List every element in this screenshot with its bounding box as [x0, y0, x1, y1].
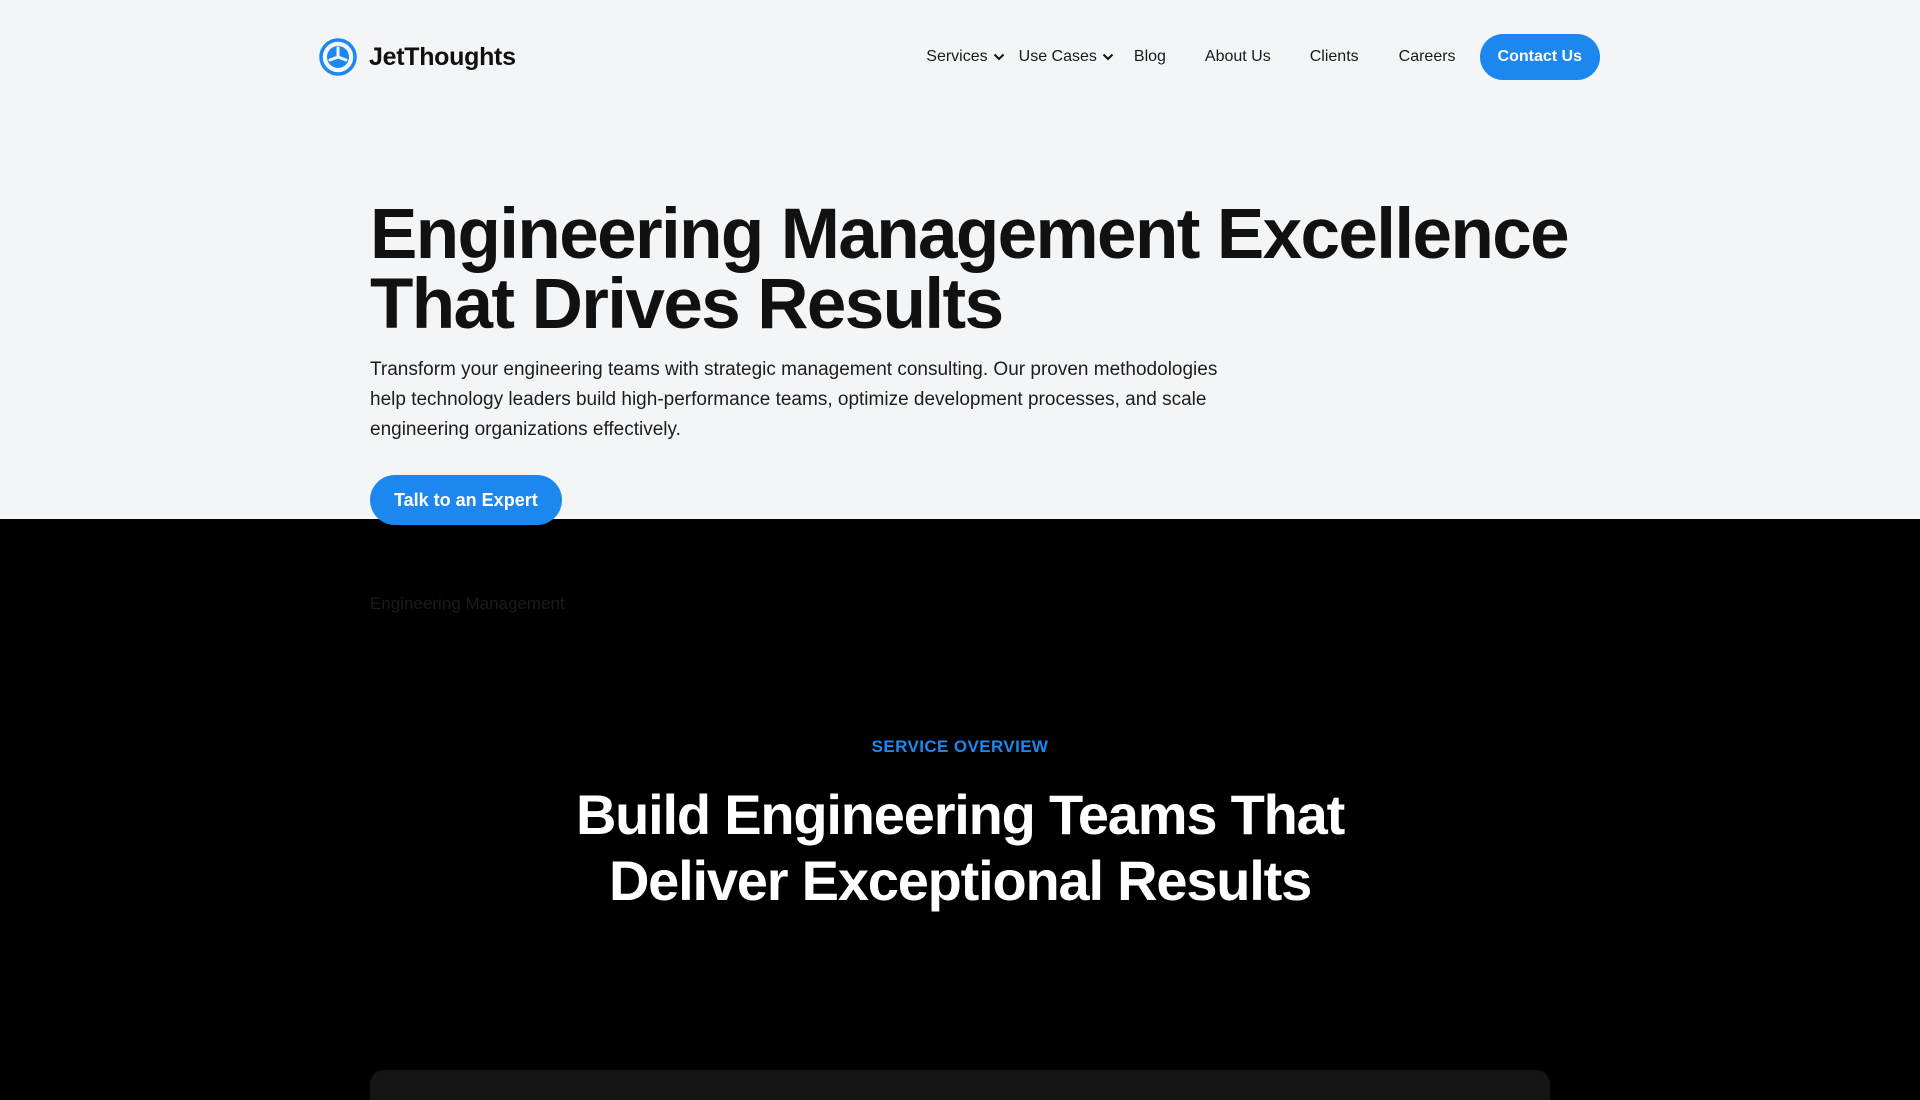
content-card [370, 1070, 1550, 1100]
hero-title: Engineering Management Excellence That D… [370, 195, 1570, 344]
nav-clients[interactable]: Clients [1310, 48, 1359, 66]
nav-about-us[interactable]: About Us [1205, 48, 1271, 66]
talk-to-expert-button[interactable]: Talk to an Expert [370, 475, 562, 525]
breadcrumb[interactable]: Engineering Management [370, 594, 565, 614]
chevron-down-icon [993, 53, 1004, 61]
section-eyebrow: SERVICE OVERVIEW [871, 737, 1049, 756]
nav-use-cases-label: Use Cases [1018, 48, 1097, 65]
hero-description: Transform your engineering teams with st… [370, 359, 1218, 440]
nav-services[interactable]: Services [926, 48, 1004, 66]
main-nav: Services Use Cases Blog About Us Clients… [926, 34, 1600, 80]
section-title: Build Engineering Teams That Deliver Exc… [575, 783, 1345, 912]
brand-name: JetThoughts [369, 42, 516, 71]
jetthoughts-logo-icon [319, 38, 357, 76]
nav-blog[interactable]: Blog [1134, 48, 1166, 66]
chevron-down-icon [1102, 53, 1114, 61]
nav-careers[interactable]: Careers [1399, 48, 1456, 66]
nav-services-label: Services [926, 48, 988, 65]
brand-logo[interactable]: JetThoughts [319, 38, 516, 76]
contact-us-button[interactable]: Contact Us [1479, 34, 1600, 80]
nav-use-cases[interactable]: Use Cases [1019, 48, 1114, 66]
hero-section: JetThoughts Services Use Cases Blog Abou… [0, 0, 1920, 519]
